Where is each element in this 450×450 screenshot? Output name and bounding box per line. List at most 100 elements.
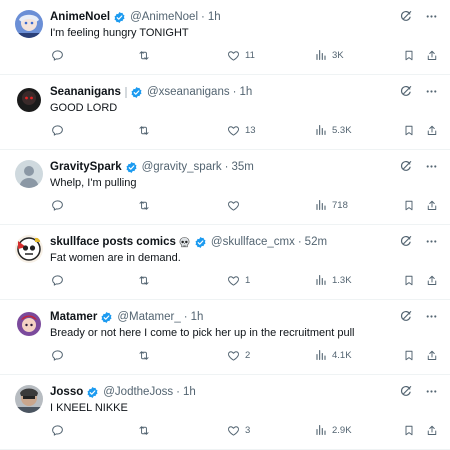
avatar[interactable]	[15, 385, 43, 413]
grok-icon[interactable]	[399, 159, 413, 178]
like-button[interactable]: 13	[227, 124, 256, 137]
post-time[interactable]: 35m	[232, 161, 254, 173]
views-button[interactable]: 5.3K	[315, 124, 352, 136]
share-icon	[426, 49, 438, 62]
like-count: 1	[245, 275, 251, 286]
tweet[interactable]: AnimeNoel @AnimeNoel · 1h I'm feeling hungry…	[0, 0, 450, 75]
repost-icon	[137, 199, 151, 212]
tweet-top-actions	[399, 84, 438, 103]
tweet-header: Seananigans @xseananigans · 1h	[50, 84, 390, 100]
tweet[interactable]: Matamer @Matamer_ · 1h Bready or not here I …	[0, 300, 450, 375]
author-name[interactable]: skullface posts comics	[50, 236, 176, 248]
heart-icon	[227, 349, 240, 362]
repost-button[interactable]	[137, 199, 156, 212]
avatar[interactable]	[15, 85, 43, 113]
author-name[interactable]: Josso	[50, 386, 83, 398]
reply-button[interactable]	[51, 424, 69, 437]
avatar[interactable]	[15, 310, 43, 338]
share-button[interactable]	[426, 199, 438, 212]
like-count: 11	[245, 50, 255, 61]
post-time[interactable]: 1h	[183, 386, 196, 398]
share-icon	[426, 424, 438, 437]
share-button[interactable]	[426, 274, 438, 287]
views-count: 2.9K	[332, 424, 352, 436]
tweet[interactable]: skullface posts comics @skullface_cmx · 52m…	[0, 225, 450, 300]
reply-icon	[51, 349, 64, 362]
author-handle[interactable]: @Matamer_	[117, 311, 180, 323]
author-name[interactable]: AnimeNoel	[50, 11, 110, 23]
separator-dot: ·	[297, 236, 302, 248]
grok-icon[interactable]	[399, 234, 413, 253]
repost-icon	[137, 49, 151, 62]
like-button[interactable]: 2	[227, 349, 250, 362]
repost-button[interactable]	[137, 349, 156, 362]
author-handle[interactable]: @gravity_spark	[142, 161, 222, 173]
grok-icon[interactable]	[399, 309, 413, 328]
grok-icon[interactable]	[399, 384, 413, 403]
like-button[interactable]: 3	[227, 424, 250, 437]
verified-badge-icon	[194, 236, 207, 249]
reply-button[interactable]	[51, 274, 69, 287]
like-button[interactable]	[227, 199, 245, 212]
views-button[interactable]: 3K	[315, 49, 344, 61]
more-icon[interactable]	[425, 160, 438, 178]
like-button[interactable]: 1	[227, 274, 250, 287]
reply-button[interactable]	[51, 349, 69, 362]
repost-icon	[137, 349, 151, 362]
tweet-header: Matamer @Matamer_ · 1h	[50, 309, 390, 325]
post-time[interactable]: 1h	[208, 11, 221, 23]
grok-icon[interactable]	[399, 9, 413, 28]
more-icon[interactable]	[425, 385, 438, 403]
author-name[interactable]: GravitySpark	[50, 161, 122, 173]
post-time[interactable]: 52m	[305, 236, 327, 248]
author-name[interactable]: Matamer	[50, 311, 97, 323]
grok-icon[interactable]	[399, 84, 413, 103]
share-button[interactable]	[426, 124, 438, 137]
tweet[interactable]: Seananigans @xseananigans · 1h GOOD LORD 13 5.…	[0, 75, 450, 150]
bookmark-button[interactable]	[403, 199, 415, 212]
share-icon	[426, 349, 438, 362]
reply-button[interactable]	[51, 49, 69, 62]
bookmark-button[interactable]	[403, 424, 415, 437]
more-icon[interactable]	[425, 235, 438, 253]
tweet-actions: 2 4.1K	[0, 349, 450, 365]
reply-button[interactable]	[51, 124, 69, 137]
post-time[interactable]: 1h	[191, 311, 204, 323]
views-button[interactable]: 718	[315, 199, 348, 211]
avatar[interactable]	[15, 10, 43, 38]
views-button[interactable]: 4.1K	[315, 349, 352, 361]
bookmark-button[interactable]	[403, 349, 415, 362]
bookmark-icon	[403, 124, 415, 137]
repost-button[interactable]	[137, 424, 156, 437]
more-icon[interactable]	[425, 85, 438, 103]
more-icon[interactable]	[425, 10, 438, 28]
views-button[interactable]: 1.3K	[315, 274, 352, 286]
bookmark-button[interactable]	[403, 49, 415, 62]
author-handle[interactable]: @skullface_cmx	[211, 236, 295, 248]
like-button[interactable]: 11	[227, 49, 255, 62]
more-icon[interactable]	[425, 310, 438, 328]
separator-dot: ·	[176, 386, 180, 398]
repost-button[interactable]	[137, 274, 156, 287]
bookmark-icon	[403, 199, 415, 212]
views-button[interactable]: 2.9K	[315, 424, 352, 436]
author-handle[interactable]: @AnimeNoel	[130, 11, 198, 23]
share-button[interactable]	[426, 424, 438, 437]
bookmark-button[interactable]	[403, 124, 415, 137]
bookmark-button[interactable]	[403, 274, 415, 287]
tweet[interactable]: GravitySpark @gravity_spark · 35m Whelp, I'm…	[0, 150, 450, 225]
author-handle[interactable]: @JodtheJoss	[103, 386, 173, 398]
share-button[interactable]	[426, 49, 438, 62]
reply-button[interactable]	[51, 199, 69, 212]
separator-dot: ·	[201, 11, 205, 23]
author-handle[interactable]: @xseananigans	[147, 86, 230, 98]
repost-button[interactable]	[137, 49, 156, 62]
avatar[interactable]	[15, 160, 43, 188]
post-time[interactable]: 1h	[239, 86, 252, 98]
avatar[interactable]	[15, 235, 43, 263]
repost-button[interactable]	[137, 124, 156, 137]
timeline-feed: AnimeNoel @AnimeNoel · 1h I'm feeling hungry…	[0, 0, 450, 450]
author-name[interactable]: Seananigans	[50, 86, 121, 98]
tweet[interactable]: Josso @JodtheJoss · 1h I KNEEL NIKKE 3 2.9K	[0, 375, 450, 450]
share-button[interactable]	[426, 349, 438, 362]
